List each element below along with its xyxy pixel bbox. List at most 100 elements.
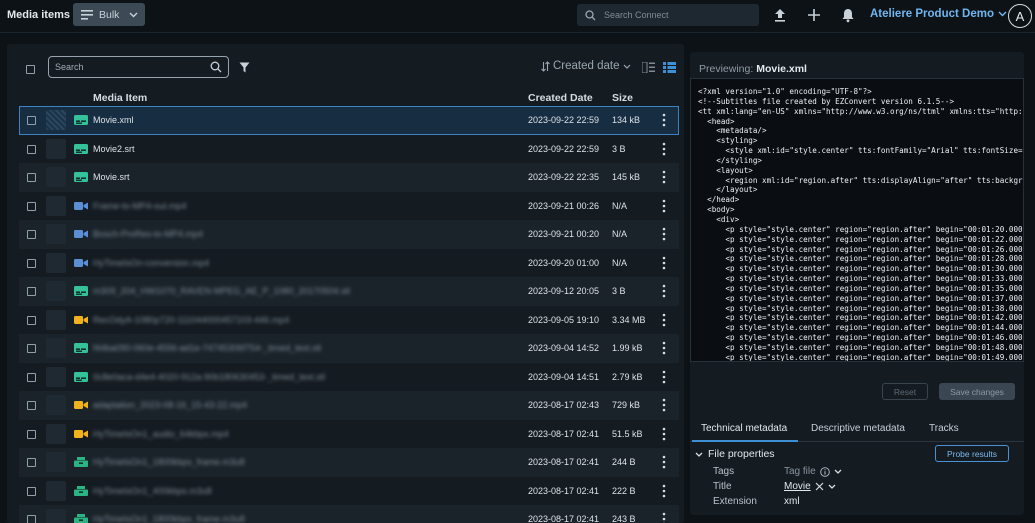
row-checkbox[interactable]	[27, 258, 36, 268]
tab-tracks[interactable]: Tracks	[929, 423, 959, 434]
row-name[interactable]: Movie2.srt	[93, 144, 135, 154]
split-view-icon[interactable]	[642, 62, 655, 73]
list-view-icon[interactable]	[663, 62, 676, 73]
select-all-checkbox[interactable]	[26, 65, 35, 74]
sort-dropdown[interactable]: Created date	[541, 60, 631, 72]
table-row[interactable]: HyTimeIsOn1_400kbps.m3u8 2023-08-17 02:41…	[19, 477, 679, 506]
row-checkbox[interactable]	[27, 173, 36, 182]
row-checkbox[interactable]	[27, 116, 36, 125]
more-options-icon[interactable]	[662, 370, 666, 384]
more-options-icon[interactable]	[662, 341, 666, 355]
row-name[interactable]: HyTimeIsOn1_1800kbps_frame.m3u8	[93, 457, 245, 467]
row-checkbox[interactable]	[27, 144, 36, 154]
table-row[interactable]: HyTimeIsOn1_1800kbps_frame.m3u8 2023-08-1…	[19, 505, 679, 523]
table-row[interactable]: m309_204_HW1070_RAVEN-MPEG_AE_P_1080_201…	[19, 277, 679, 306]
row-name[interactable]: Movie.srt	[93, 172, 130, 182]
more-options-icon[interactable]	[662, 113, 666, 127]
row-name[interactable]: m309_204_HW1070_RAVEN-MPEG_AE_P_1080_201…	[93, 286, 350, 296]
tab-technical-metadata[interactable]: Technical metadata	[701, 423, 787, 434]
row-name[interactable]: f44ba090-060e-4556-ad1e-74745306f754-_ti…	[93, 343, 321, 353]
row-checkbox[interactable]	[27, 515, 36, 523]
row-checkbox[interactable]	[27, 344, 36, 353]
upload-icon[interactable]	[772, 7, 788, 23]
chevron-down-icon[interactable]	[828, 484, 836, 489]
table-row[interactable]: HyTimeIsOn1_audio_64kbps.mp4 2023-08-17 0…	[19, 420, 679, 449]
column-size[interactable]: Size	[612, 92, 633, 104]
bell-icon[interactable]	[840, 7, 856, 23]
workspace-selector[interactable]: Ateliere Product Demo	[870, 8, 1007, 20]
more-options-icon[interactable]	[662, 512, 666, 523]
more-options-icon[interactable]	[662, 284, 666, 298]
row-name[interactable]: Movie.xml	[93, 115, 134, 125]
more-options-icon[interactable]	[662, 398, 666, 412]
table-row[interactable]: Bosch-ProRes-to-MP4.mp4 2023-09-21 00:20 N…	[19, 220, 679, 249]
table-row[interactable]: HyTimeIsOn1_1800kbps_frame.m3u8 2023-08-1…	[19, 448, 679, 477]
probe-results-button[interactable]: Probe results	[935, 445, 1009, 462]
row-checkbox[interactable]	[27, 201, 36, 211]
code-line: </layout>	[698, 185, 758, 195]
more-options-icon[interactable]	[662, 455, 666, 469]
row-checkbox[interactable]	[27, 372, 36, 382]
thumbnail	[46, 167, 66, 187]
more-options-icon[interactable]	[662, 170, 666, 184]
more-options-icon[interactable]	[662, 142, 666, 156]
row-name[interactable]: HyTimeIsOn1_audio_64kbps.mp4	[93, 429, 229, 439]
tab-descriptive-metadata[interactable]: Descriptive metadata	[811, 423, 905, 434]
table-row[interactable]: Movie2.srt 2023-09-22 22:59 3 B	[19, 135, 679, 164]
row-name[interactable]: HyTimeIsOn1_400kbps.m3u8	[93, 486, 212, 496]
more-options-icon[interactable]	[662, 313, 666, 327]
row-checkbox[interactable]	[27, 458, 36, 467]
row-name[interactable]: 0c8e0aca-d4e4-4020-912a-90b180630453-_ti…	[93, 372, 325, 382]
table-row[interactable]: RecOdyA-1080p720-111044000457103-446.mp4…	[19, 306, 679, 335]
row-checkbox[interactable]	[27, 401, 36, 410]
close-icon[interactable]	[815, 482, 824, 491]
row-name[interactable]: adaptation_2023-08-16_15-43-22.mp4	[93, 400, 247, 410]
title-value[interactable]: Movie	[784, 481, 811, 492]
row-checkbox[interactable]	[27, 230, 36, 239]
global-search-input[interactable]: Search Connect	[577, 4, 759, 26]
row-name[interactable]: HyTimeIsOn1_1800kbps_frame.m3u8	[93, 514, 245, 523]
more-options-icon[interactable]	[662, 484, 666, 498]
row-checkbox[interactable]	[27, 429, 36, 439]
bulk-button[interactable]: Bulk	[73, 3, 145, 26]
video-camera-icon	[74, 258, 88, 268]
avatar[interactable]: A	[1008, 4, 1032, 28]
table-row[interactable]: 0c8e0aca-d4e4-4020-912a-90b180630453-_ti…	[19, 363, 679, 392]
table-row[interactable]: Movie.srt 2023-09-22 22:35 145 kB	[19, 163, 679, 192]
more-options-icon[interactable]	[662, 256, 666, 270]
media-table: Movie.xml 2023-09-22 22:59 134 kB Movie2.sr…	[19, 106, 679, 523]
row-checkbox[interactable]	[27, 287, 36, 296]
row-name[interactable]: HyTimeIsOn-conversion.mp4	[93, 258, 209, 268]
title-field[interactable]: Movie	[784, 481, 836, 492]
code-line: <p style="style.center" region="region.a…	[698, 303, 1024, 313]
table-row[interactable]: Frame-to-MP4-out.mp4 2023-09-21 00:26 N/A	[19, 192, 679, 221]
row-name[interactable]: Bosch-ProRes-to-MP4.mp4	[93, 229, 203, 239]
more-options-icon[interactable]	[662, 427, 666, 441]
row-checkbox[interactable]	[27, 486, 36, 496]
tags-field[interactable]: Tag file	[784, 466, 842, 477]
table-row[interactable]: adaptation_2023-08-16_15-43-22.mp4 2023-0…	[19, 391, 679, 420]
code-line: <p style="style.center" region="region.a…	[698, 313, 1024, 323]
column-media-item[interactable]: Media Item	[93, 92, 147, 104]
audio-video-icon	[74, 400, 88, 410]
row-checkbox[interactable]	[27, 315, 36, 325]
table-row[interactable]: HyTimeIsOn-conversion.mp4 2023-09-20 01:0…	[19, 249, 679, 278]
more-options-icon[interactable]	[662, 227, 666, 241]
search-input[interactable]: Search	[48, 56, 229, 78]
row-date: 2023-09-22 22:35	[528, 172, 600, 182]
row-name[interactable]: Frame-to-MP4-out.mp4	[93, 201, 187, 211]
save-changes-button[interactable]: Save changes	[939, 383, 1015, 400]
row-name[interactable]: RecOdyA-1080p720-111044000457103-446.mp4	[93, 315, 289, 325]
file-properties-toggle[interactable]: File properties	[695, 448, 775, 460]
code-preview[interactable]: <?xml version="1.0" encoding="UTF-8"?> <…	[690, 78, 1024, 362]
info-icon[interactable]	[819, 466, 830, 477]
reset-button[interactable]: Reset	[882, 383, 928, 400]
more-options-icon[interactable]	[662, 199, 666, 213]
table-row[interactable]: f44ba090-060e-4556-ad1e-74745306f754-_ti…	[19, 334, 679, 363]
add-icon[interactable]	[806, 7, 822, 23]
filter-icon[interactable]	[239, 62, 250, 73]
chevron-down-icon[interactable]	[834, 469, 842, 474]
column-created-date[interactable]: Created Date	[528, 92, 593, 104]
table-row[interactable]: Movie.xml 2023-09-22 22:59 134 kB	[19, 106, 679, 135]
chevron-down-icon	[695, 452, 703, 457]
